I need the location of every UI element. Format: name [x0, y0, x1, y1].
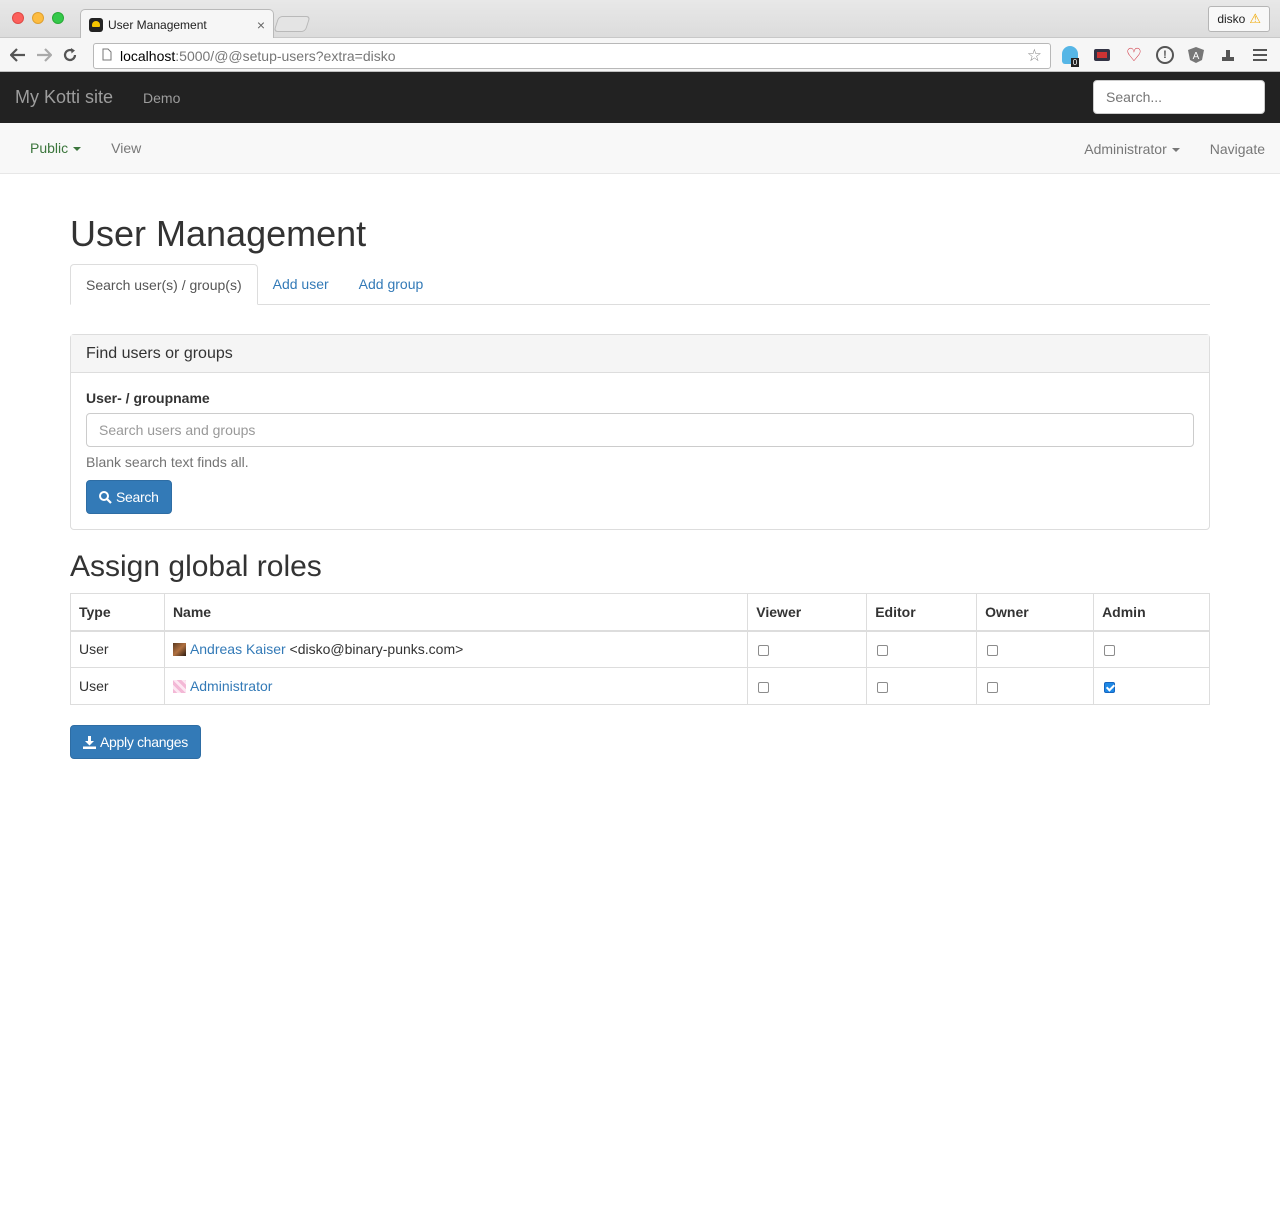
ghostery-badge: 0 — [1070, 57, 1080, 67]
minimize-window-button[interactable] — [32, 12, 44, 24]
back-arrow-icon[interactable] — [8, 45, 28, 65]
editor-bar: Public View Administrator Navigate — [0, 123, 1280, 174]
admin-checkbox[interactable] — [1104, 681, 1116, 693]
viewer-checkbox[interactable] — [758, 681, 770, 693]
ghostery-icon[interactable]: 0 — [1060, 45, 1080, 67]
table-header-row: Type Name Viewer Editor Owner Admin — [70, 593, 1210, 632]
column-header-owner: Owner — [976, 593, 1095, 632]
close-window-button[interactable] — [12, 12, 24, 24]
find-panel-body: User- / groupname Blank search text find… — [71, 373, 1209, 529]
warning-icon: ⚠ — [1249, 11, 1261, 26]
user-menu-dropdown[interactable]: Administrator — [1084, 140, 1180, 157]
table-row: User Andreas Kaiser <disko@binary-punks.… — [70, 630, 1210, 668]
navigate-link[interactable]: Navigate — [1210, 141, 1265, 157]
stamp-icon[interactable] — [1218, 45, 1238, 65]
extension-icons: 0 ♡ ! A — [1060, 45, 1270, 67]
page-title: User Management — [70, 213, 367, 254]
reload-icon[interactable] — [60, 45, 80, 65]
apply-changes-button[interactable]: Apply changes — [70, 725, 201, 759]
address-bar[interactable]: localhost:5000/@@setup-users?extra=disko… — [93, 43, 1051, 69]
info-icon[interactable]: ! — [1156, 46, 1174, 64]
table-row: User Administrator — [70, 667, 1210, 705]
roles-table: Type Name Viewer Editor Owner Admin User… — [70, 593, 1210, 705]
row-name-cell: Administrator — [163, 667, 749, 705]
top-navbar: My Kotti site Demo — [0, 72, 1280, 123]
url-path: :5000/@@setup-users?extra=disko — [175, 48, 396, 64]
site-search-input[interactable] — [1093, 80, 1265, 114]
angular-icon[interactable]: A — [1186, 45, 1206, 65]
apply-changes-label: Apply changes — [100, 734, 188, 750]
row-type: User — [70, 630, 165, 668]
site-brand[interactable]: My Kotti site — [15, 87, 113, 108]
search-help-text: Blank search text finds all. — [86, 454, 249, 470]
editor-checkbox[interactable] — [877, 681, 889, 693]
tab-search[interactable]: Search user(s) / group(s) — [70, 264, 258, 305]
roles-title: Assign global roles — [70, 550, 322, 583]
tab-add-group[interactable]: Add group — [344, 264, 439, 304]
user-management-tabs: Search user(s) / group(s) Add user Add g… — [70, 264, 1210, 305]
column-header-type: Type — [70, 593, 165, 632]
tab-title: User Management — [108, 17, 207, 32]
menu-icon[interactable] — [1250, 45, 1270, 65]
user-link[interactable]: Administrator — [190, 678, 272, 694]
url-host: localhost — [120, 48, 176, 64]
svg-text:A: A — [1193, 51, 1200, 62]
maximize-window-button[interactable] — [52, 12, 64, 24]
download-icon — [83, 735, 96, 749]
new-tab-button[interactable] — [273, 16, 311, 32]
page-icon — [102, 48, 112, 64]
workflow-state-label: Public — [30, 140, 69, 156]
forward-arrow-icon[interactable] — [34, 45, 54, 65]
extension-icon[interactable] — [1092, 45, 1112, 65]
find-panel-heading: Find users or groups — [71, 335, 1209, 373]
profile-button[interactable]: disko ⚠ — [1208, 6, 1270, 32]
search-icon — [99, 490, 112, 504]
browser-tabstrip: User Management × disko ⚠ — [0, 0, 1280, 39]
user-search-input[interactable] — [86, 413, 1194, 447]
column-header-viewer: Viewer — [747, 593, 868, 632]
owner-checkbox[interactable] — [987, 645, 999, 657]
viewer-checkbox[interactable] — [758, 645, 770, 657]
editor-checkbox[interactable] — [877, 645, 889, 657]
window-controls — [12, 12, 64, 24]
row-name-cell: Andreas Kaiser <disko@binary-punks.com> — [163, 630, 749, 668]
search-button[interactable]: Search — [86, 480, 172, 514]
editor-bar-right: Administrator Navigate — [1084, 123, 1265, 174]
main-content: User Management Search user(s) / group(s… — [70, 174, 1210, 759]
find-panel: Find users or groups User- / groupname B… — [70, 334, 1210, 530]
search-button-label: Search — [116, 489, 159, 505]
view-link[interactable]: View — [111, 140, 141, 156]
avatar — [172, 643, 186, 657]
profile-name: disko — [1217, 12, 1246, 26]
column-header-admin: Admin — [1093, 593, 1210, 632]
column-header-editor: Editor — [866, 593, 978, 632]
bookmark-star-icon[interactable]: ☆ — [1027, 46, 1042, 66]
row-type: User — [70, 667, 165, 705]
browser-tab[interactable]: User Management × — [80, 9, 274, 39]
user-email: <disko@binary-punks.com> — [289, 641, 464, 658]
workflow-state-dropdown[interactable]: Public — [30, 140, 82, 156]
admin-checkbox[interactable] — [1104, 645, 1116, 657]
user-link[interactable]: Andreas Kaiser — [190, 641, 286, 657]
heart-icon[interactable]: ♡ — [1124, 45, 1144, 65]
search-field-label: User- / groupname — [86, 390, 210, 406]
nav-link-demo[interactable]: Demo — [143, 90, 180, 106]
owner-checkbox[interactable] — [987, 681, 999, 693]
kotti-favicon-icon — [89, 17, 103, 32]
tab-add-user[interactable]: Add user — [258, 264, 344, 304]
tab-close-icon[interactable]: × — [257, 17, 265, 33]
caret-down-icon — [1171, 147, 1180, 152]
avatar — [172, 680, 186, 693]
column-header-name: Name — [163, 593, 749, 632]
caret-down-icon — [73, 147, 82, 152]
user-menu-label: Administrator — [1084, 140, 1167, 157]
browser-toolbar: localhost:5000/@@setup-users?extra=disko… — [0, 38, 1280, 72]
